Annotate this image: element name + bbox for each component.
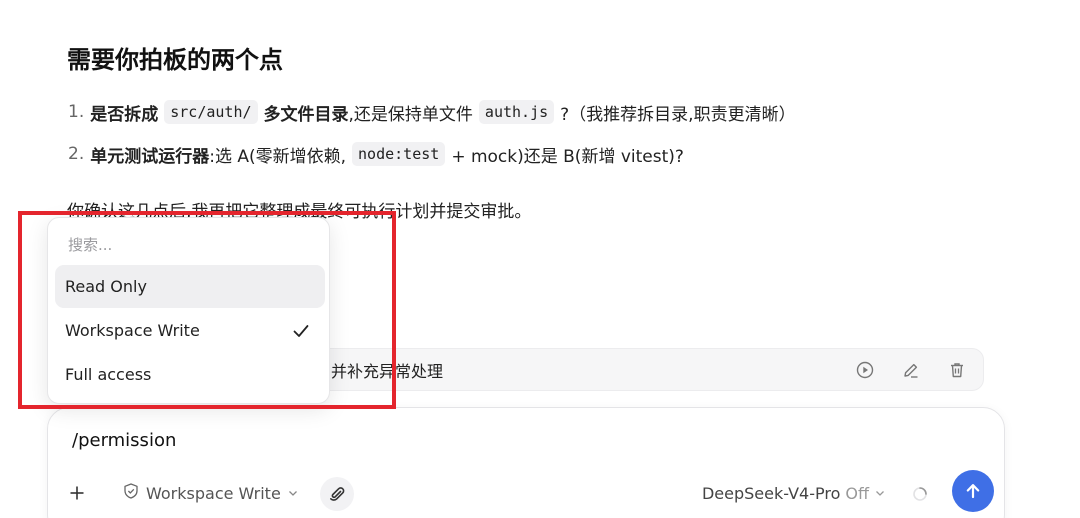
- dropdown-option-label: Workspace Write: [65, 321, 200, 340]
- model-name: DeepSeek-V4-Pro: [701, 483, 841, 503]
- shield-icon: [122, 482, 140, 504]
- permission-select[interactable]: Workspace Write: [122, 480, 299, 506]
- dropdown-option-workspace-write[interactable]: Workspace Write: [55, 309, 325, 352]
- plus-icon[interactable]: [62, 478, 92, 508]
- dropdown-option-label: Read Only: [65, 277, 147, 296]
- model-mode: Off: [845, 483, 869, 503]
- inline-code: node:test: [352, 142, 446, 166]
- message-heading: 需要你拍板的两个点: [67, 46, 283, 74]
- composer-input[interactable]: /permission: [72, 430, 176, 451]
- chevron-down-icon: [874, 484, 886, 503]
- list-item: 2. 单元测试运行器 :选 A(零新增依赖, node:test + mock)…: [68, 139, 796, 169]
- arrow-up-icon: [966, 484, 980, 499]
- send-button[interactable]: [952, 470, 994, 512]
- inline-code: auth.js: [478, 100, 555, 124]
- edit-icon[interactable]: [899, 358, 923, 382]
- paperclip-icon[interactable]: [320, 477, 354, 511]
- inline-code: src/auth/: [164, 100, 258, 124]
- list-text: :选 A(零新增依赖,: [209, 146, 347, 167]
- dropdown-option-read-only[interactable]: Read Only: [55, 265, 325, 308]
- list-bold-text: 多文件目录: [263, 104, 349, 125]
- permission-label: Workspace Write: [146, 483, 281, 503]
- list-text: + mock)还是 B(新增 vitest)?: [451, 146, 684, 167]
- list-number: 2.: [68, 144, 85, 164]
- list-number: 1.: [68, 102, 85, 122]
- list-item: 1. 是否拆成 src/auth/ 多文件目录 ,还是保持单文件 auth.js…: [68, 97, 796, 127]
- chevron-down-icon: [287, 484, 299, 503]
- checkmark-icon: [291, 321, 311, 345]
- model-select[interactable]: DeepSeek-V4-Pro Off: [702, 480, 886, 506]
- queued-task-text: 并补充异常处理: [331, 361, 444, 381]
- trash-icon[interactable]: [945, 358, 969, 382]
- chat-composer: /permission Workspace Write DeepSeek-V4-…: [47, 407, 1005, 518]
- play-icon[interactable]: [853, 358, 877, 382]
- dropdown-search-input[interactable]: 搜索...: [68, 234, 112, 255]
- dropdown-option-full-access[interactable]: Full access: [55, 353, 325, 396]
- list-bold-text: 单元测试运行器: [90, 146, 210, 167]
- loading-spinner-icon: [912, 486, 928, 502]
- list-text: ?（我推荐拆目录,职责更清晰）: [560, 104, 796, 125]
- queued-task-actions: [853, 349, 969, 390]
- queued-task-row: 并补充异常处理: [300, 348, 984, 391]
- list-bold-text: 是否拆成: [90, 104, 159, 125]
- permission-dropdown: 搜索... Read Only Workspace Write Full acc…: [47, 217, 330, 404]
- dropdown-option-label: Full access: [65, 365, 152, 384]
- list-text: ,还是保持单文件: [348, 104, 473, 125]
- decision-list: 1. 是否拆成 src/auth/ 多文件目录 ,还是保持单文件 auth.js…: [68, 97, 796, 181]
